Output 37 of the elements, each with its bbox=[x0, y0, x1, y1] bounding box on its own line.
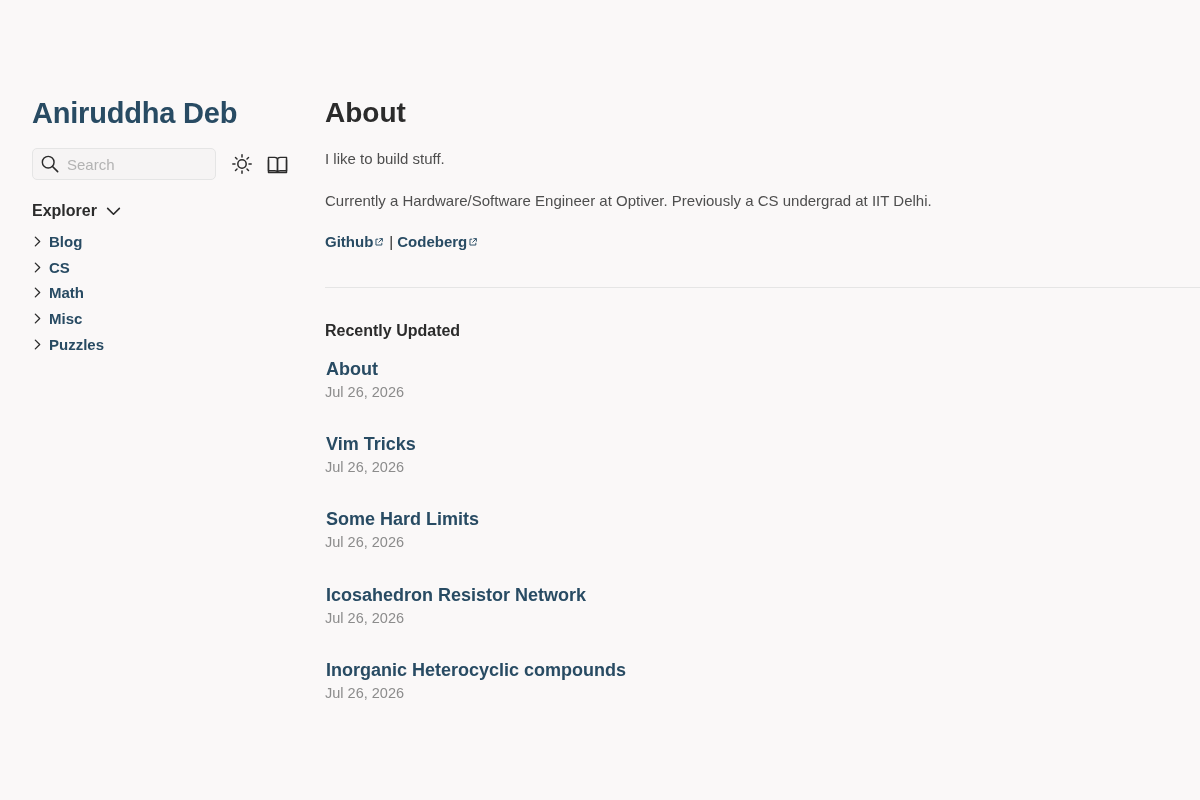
external-link-icon bbox=[375, 238, 384, 246]
chevron-icon[interactable] bbox=[34, 338, 41, 350]
theme-toggle-button[interactable] bbox=[231, 153, 252, 175]
chevron-icon[interactable] bbox=[34, 313, 41, 325]
external-link[interactable]: Github bbox=[325, 232, 384, 252]
sun-icon bbox=[231, 154, 252, 174]
chevron-icon[interactable] bbox=[34, 287, 41, 299]
search-icon bbox=[41, 155, 59, 173]
external-link[interactable]: Codeberg bbox=[397, 232, 478, 252]
note-link[interactable]: Inorganic Heterocyclic compounds bbox=[326, 656, 627, 683]
external-link-icon bbox=[469, 238, 478, 246]
separator-text: | bbox=[389, 232, 394, 252]
folder-link[interactable]: Puzzles bbox=[49, 335, 105, 353]
folder-link[interactable]: Misc bbox=[49, 310, 83, 328]
folder-link[interactable]: Math bbox=[49, 284, 84, 302]
book-icon bbox=[267, 154, 288, 174]
chevron-icon[interactable] bbox=[34, 261, 41, 273]
note-link[interactable]: Vim Tricks bbox=[326, 431, 416, 458]
date-text: Jul 26, 2026 bbox=[325, 383, 404, 402]
site-title[interactable]: Aniruddha Deb bbox=[32, 94, 238, 132]
page-title: About bbox=[325, 96, 406, 130]
paragraph: I like to build stuff. bbox=[325, 149, 445, 169]
note-link[interactable]: Some Hard Limits bbox=[326, 506, 480, 533]
note-link[interactable]: Icosahedron Resistor Network bbox=[326, 581, 587, 608]
section-heading: Recently Updated bbox=[325, 321, 461, 341]
paragraph: Currently a Hardware/Software Engineer at Optiver. Previously a CS undergrad at IIT Delhi. bbox=[325, 191, 932, 211]
explorer-toggle[interactable]: Explorer bbox=[32, 200, 121, 222]
folder-link[interactable]: Blog bbox=[49, 233, 83, 251]
search-field[interactable]: Search bbox=[32, 148, 216, 180]
date-text: Jul 26, 2026 bbox=[325, 458, 404, 478]
note-link[interactable]: About bbox=[326, 356, 378, 382]
date-text: Jul 26, 2026 bbox=[325, 683, 404, 703]
folder-link[interactable]: CS bbox=[49, 258, 70, 276]
chevron-icon bbox=[105, 206, 121, 216]
date-text: Jul 26, 2026 bbox=[325, 533, 404, 553]
chevron-icon[interactable] bbox=[34, 236, 41, 248]
date-text: Jul 26, 2026 bbox=[325, 608, 404, 628]
